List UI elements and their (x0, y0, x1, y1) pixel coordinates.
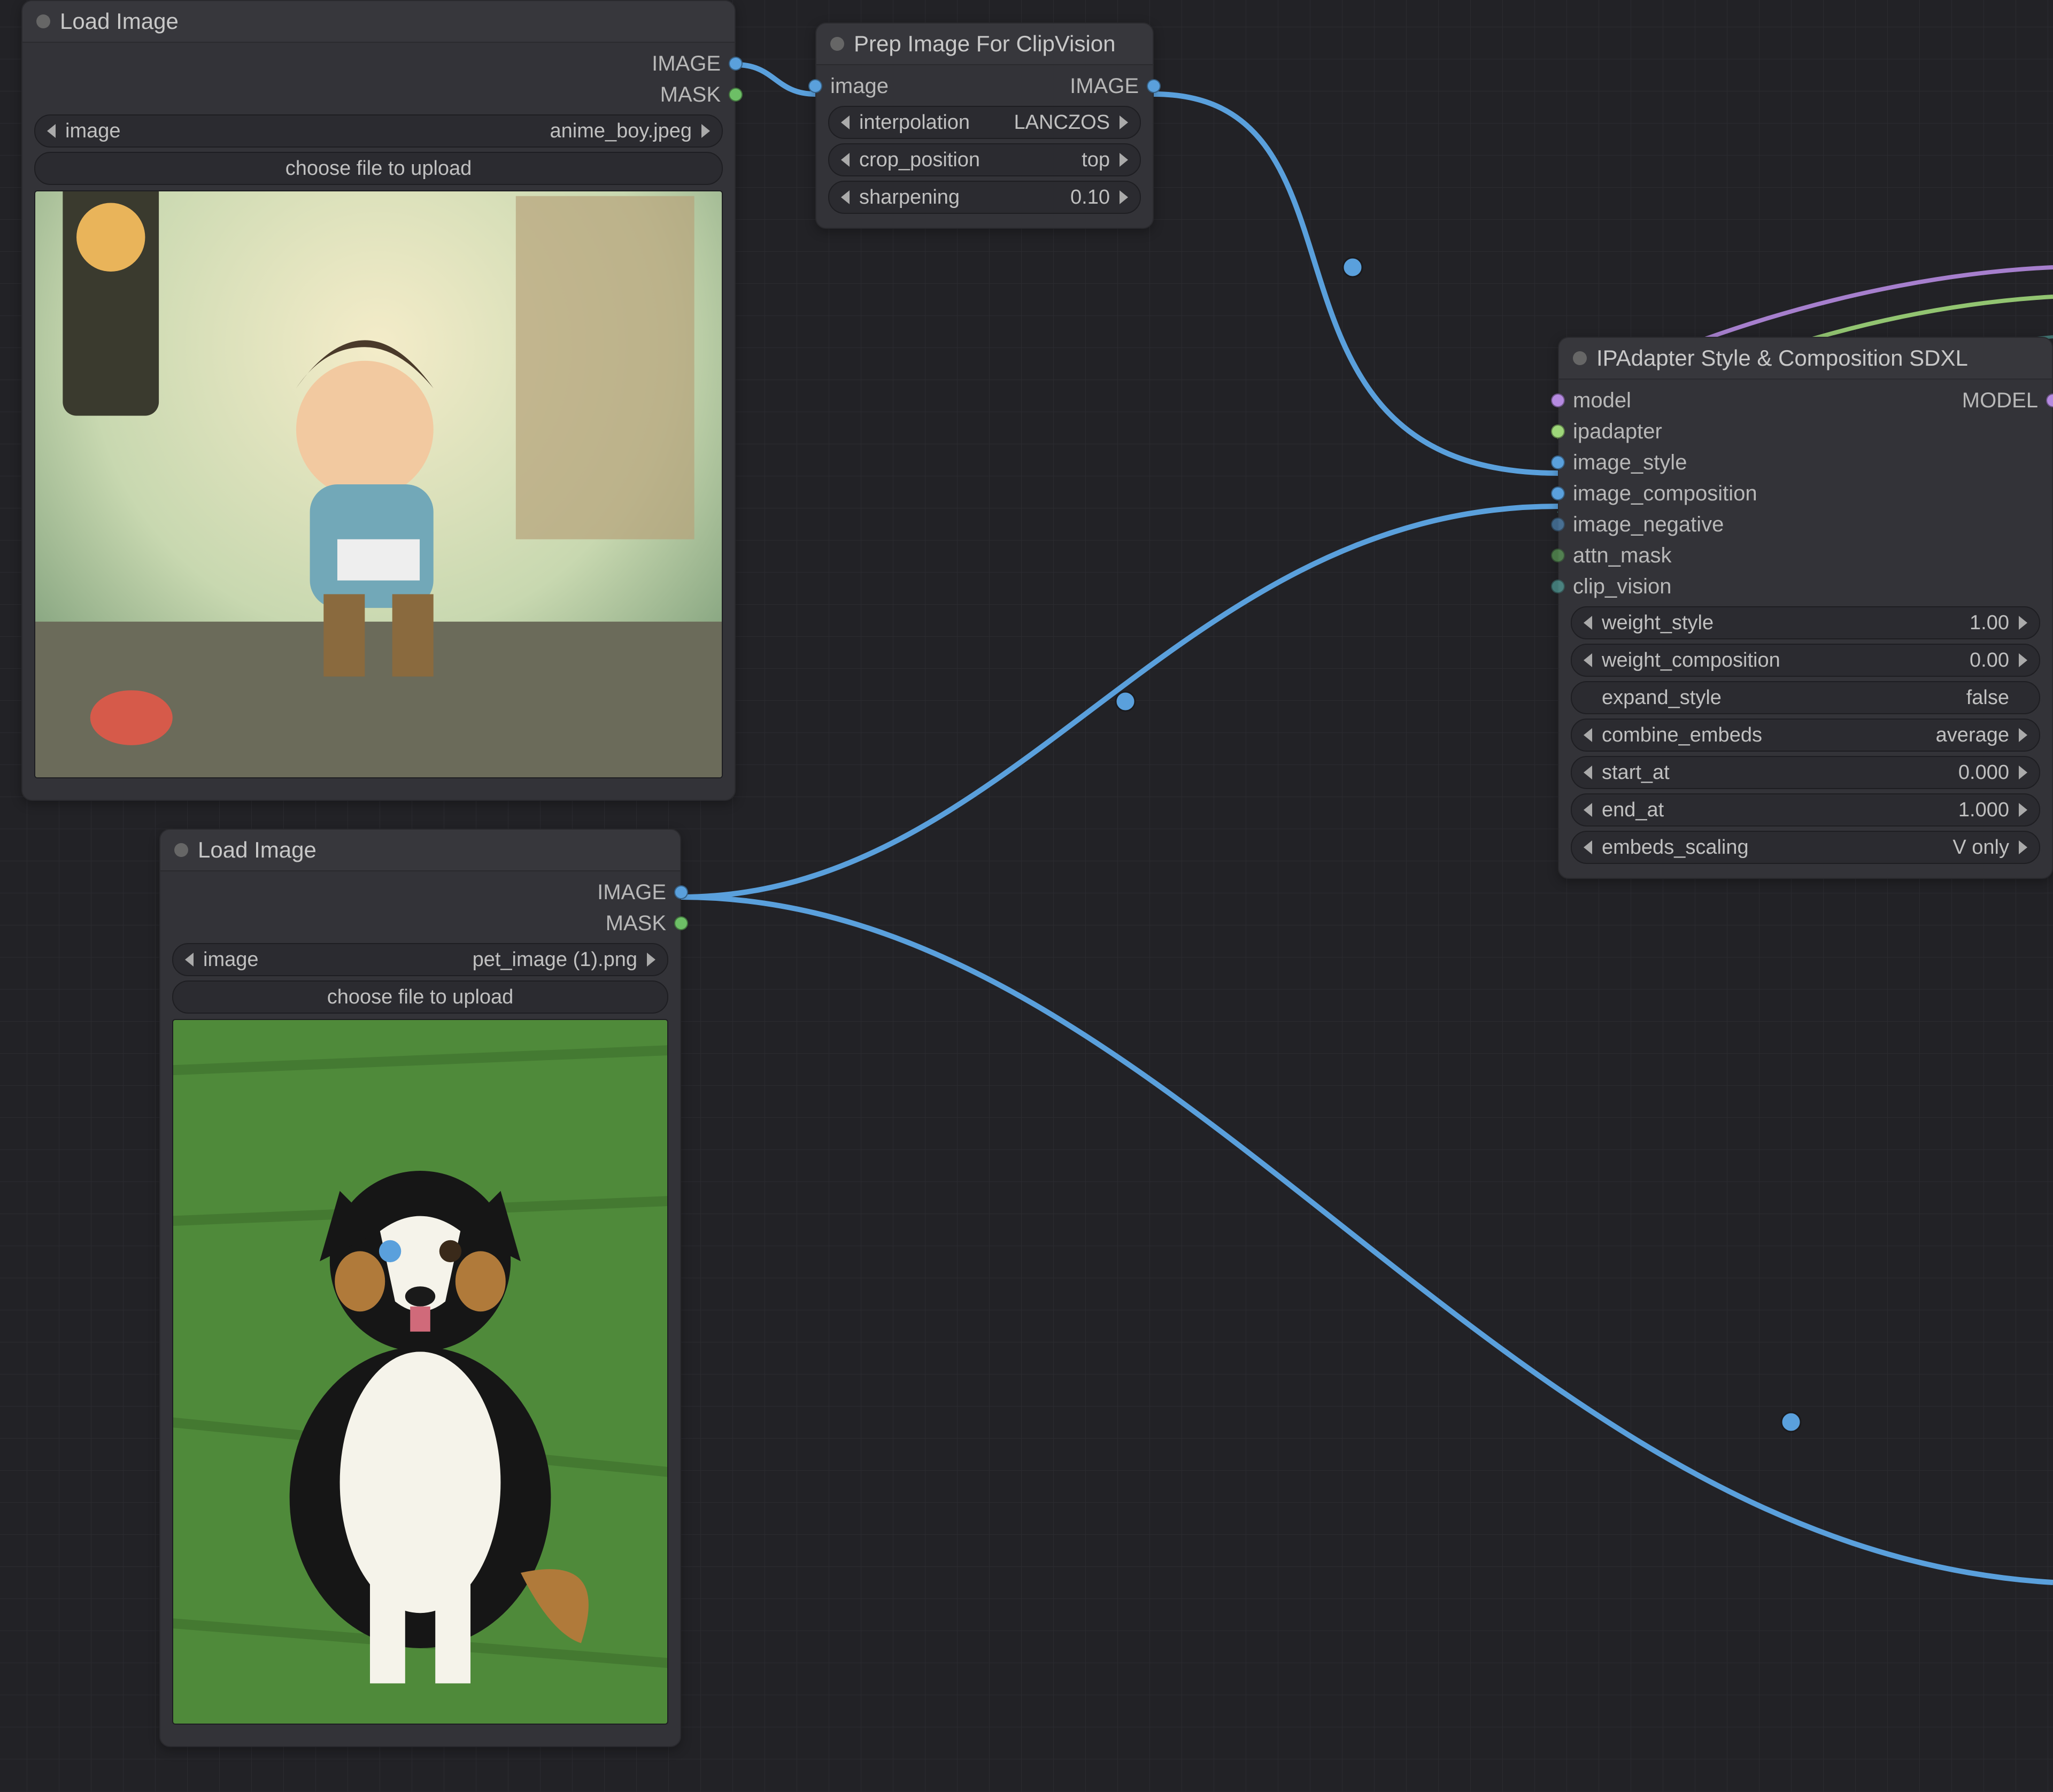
widget-end-at[interactable]: end_at 1.000 (1571, 793, 2040, 827)
node-load-image-1[interactable]: Load Image IMAGE MASK image anime_boy.jp… (21, 0, 736, 801)
port-in-model[interactable] (1551, 393, 1565, 407)
chevron-right-icon[interactable] (2019, 840, 2027, 854)
chevron-left-icon[interactable] (1584, 766, 1592, 779)
chevron-left-icon[interactable] (1584, 803, 1592, 817)
chevron-left-icon[interactable] (1584, 653, 1592, 667)
chevron-right-icon[interactable] (2019, 653, 2027, 667)
input-clip-vision[interactable]: clip_vision (1559, 571, 2052, 602)
chevron-left-icon[interactable] (841, 190, 850, 204)
node-prep-image[interactable]: Prep Image For ClipVision image IMAGE in… (815, 22, 1154, 229)
widget-interpolation[interactable]: interpolation LANCZOS (828, 106, 1141, 139)
widget-weight-composition[interactable]: weight_composition 0.00 (1571, 644, 2040, 677)
port-in-ipadapter[interactable] (1551, 424, 1565, 438)
widget-combine-embeds[interactable]: combine_embeds average (1571, 719, 2040, 752)
collapse-dot-icon[interactable] (36, 14, 50, 28)
port-in-image-style[interactable] (1551, 455, 1565, 469)
output-mask[interactable]: MASK (160, 908, 680, 939)
collapse-dot-icon[interactable] (174, 843, 188, 857)
node-header[interactable]: IPAdapter Style & Composition SDXL (1559, 338, 2052, 380)
chevron-right-icon[interactable] (2019, 616, 2027, 630)
output-mask[interactable]: MASK (22, 79, 735, 110)
io-row: image IMAGE (816, 71, 1153, 102)
image-preview (172, 1019, 668, 1725)
chevron-right-icon[interactable] (1120, 153, 1128, 167)
port-out-mask[interactable] (729, 88, 743, 102)
port-in-image[interactable] (808, 79, 822, 93)
input-attn-mask[interactable]: attn_mask (1559, 540, 2052, 571)
chevron-left-icon[interactable] (841, 115, 850, 129)
io-row-model: model MODEL (1559, 385, 2052, 416)
widget-crop-position[interactable]: crop_position top (828, 143, 1141, 176)
collapse-dot-icon[interactable] (830, 37, 844, 51)
output-image[interactable]: IMAGE (160, 877, 680, 908)
widget-embeds-scaling[interactable]: embeds_scaling V only (1571, 831, 2040, 864)
chevron-left-icon[interactable] (1584, 840, 1592, 854)
image-preview (34, 190, 723, 778)
widget-expand-style[interactable]: expand_style false (1571, 681, 2040, 714)
port-out-image[interactable] (729, 57, 743, 71)
chevron-left-icon[interactable] (1584, 616, 1592, 630)
chevron-right-icon[interactable] (647, 953, 655, 967)
port-out-image[interactable] (1147, 79, 1161, 93)
widget-sharpening[interactable]: sharpening 0.10 (828, 181, 1141, 214)
chevron-left-icon[interactable] (185, 953, 194, 967)
node-title: Load Image (60, 9, 179, 34)
chevron-right-icon[interactable] (1120, 115, 1128, 129)
node-header[interactable]: Load Image (160, 830, 680, 871)
port-out-image[interactable] (674, 885, 688, 899)
input-image-composition[interactable]: image_composition (1559, 478, 2052, 509)
chevron-right-icon[interactable] (2019, 803, 2027, 817)
node-title: Load Image (198, 837, 317, 863)
node-load-image-2[interactable]: Load Image IMAGE MASK image pet_image (1… (159, 829, 681, 1747)
port-in-attn-mask[interactable] (1551, 549, 1565, 562)
chevron-left-icon[interactable] (1584, 728, 1592, 742)
node-title: Prep Image For ClipVision (854, 31, 1115, 57)
input-image-style[interactable]: image_style (1559, 447, 2052, 478)
widget-start-at[interactable]: start_at 0.000 (1571, 756, 2040, 789)
widget-weight-style[interactable]: weight_style 1.00 (1571, 606, 2040, 639)
chevron-right-icon[interactable] (1120, 190, 1128, 204)
output-image[interactable]: IMAGE (22, 48, 735, 79)
port-out-mask[interactable] (674, 916, 688, 930)
chevron-right-icon[interactable] (2019, 728, 2027, 742)
input-image-negative[interactable]: image_negative (1559, 509, 2052, 540)
upload-button[interactable]: choose file to upload (172, 980, 668, 1014)
node-header[interactable]: Load Image (22, 1, 735, 43)
widget-image-file[interactable]: image pet_image (1).png (172, 943, 668, 976)
upload-button[interactable]: choose file to upload (34, 152, 723, 185)
chevron-left-icon[interactable] (47, 124, 56, 138)
input-ipadapter[interactable]: ipadapter (1559, 416, 2052, 447)
widget-image-file[interactable]: image anime_boy.jpeg (34, 114, 723, 148)
port-in-image-composition[interactable] (1551, 486, 1565, 500)
collapse-dot-icon[interactable] (1573, 351, 1587, 365)
node-title: IPAdapter Style & Composition SDXL (1596, 345, 1968, 371)
port-out-model[interactable] (2046, 393, 2053, 407)
node-header[interactable]: Prep Image For ClipVision (816, 24, 1153, 65)
node-ipadapter-style-composition[interactable]: IPAdapter Style & Composition SDXL model… (1558, 337, 2053, 879)
chevron-right-icon[interactable] (2019, 766, 2027, 779)
port-in-image-negative[interactable] (1551, 517, 1565, 531)
chevron-right-icon[interactable] (701, 124, 710, 138)
chevron-left-icon[interactable] (841, 153, 850, 167)
port-in-clip-vision[interactable] (1551, 580, 1565, 593)
